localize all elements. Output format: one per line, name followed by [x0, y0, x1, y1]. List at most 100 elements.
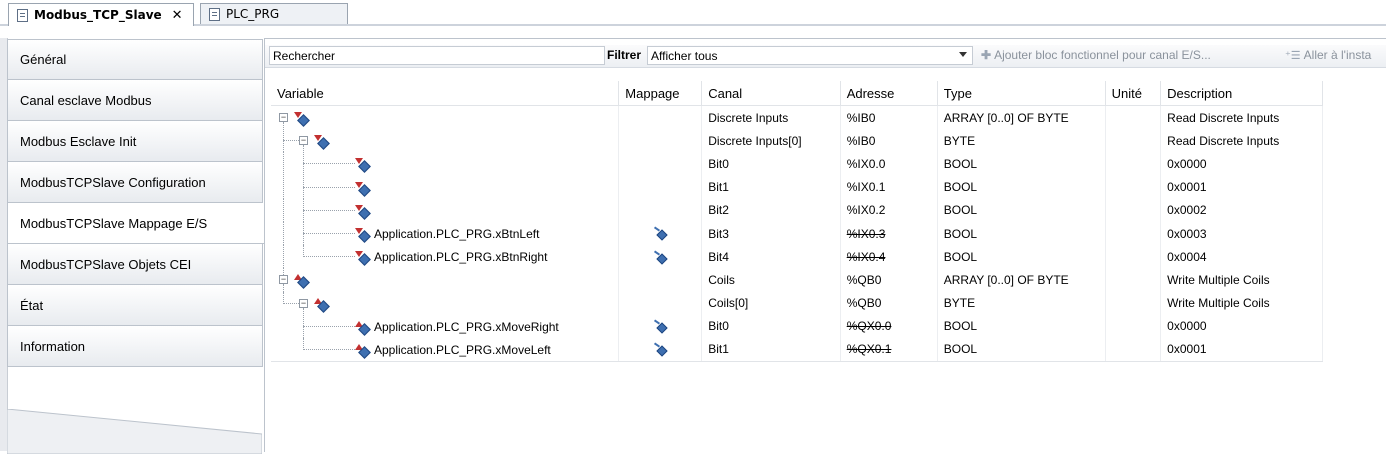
type-cell: BOOL [937, 152, 1106, 176]
column-header-variable[interactable]: Variable [271, 81, 620, 106]
canal-cell: Bit3 [701, 221, 841, 246]
filter-label: Filtrer [607, 48, 642, 62]
variable-cell[interactable]: Application.PLC_PRG.xBtnRight [374, 250, 547, 264]
mapping-icon[interactable] [653, 228, 667, 240]
adresse-cell: %IX0.0 [840, 152, 938, 176]
table-row[interactable]: Bit1 %IX0.1 BOOL 0x0001 [271, 175, 1323, 199]
nav-item-canal-esclave-modbus[interactable]: Canal esclave Modbus [7, 80, 263, 121]
mapping-icon[interactable] [653, 321, 667, 333]
search-input[interactable]: Rechercher [269, 46, 605, 65]
adresse-cell: %QB0 [840, 268, 938, 292]
variable-cell[interactable]: Application.PLC_PRG.xMoveRight [374, 320, 559, 334]
description-cell: 0x0002 [1160, 198, 1323, 222]
canal-cell: Coils [701, 268, 841, 292]
output-channel-icon [355, 320, 371, 336]
column-header-unite[interactable]: Unité [1105, 81, 1162, 106]
table-row[interactable]: − Coils %QB0 ARRAY [0..0] OF BYTE Write … [271, 268, 1323, 292]
canal-cell: Bit1 [701, 337, 841, 363]
table-row[interactable]: Bit2 %IX0.2 BOOL 0x0002 [271, 198, 1323, 222]
table-row[interactable]: Application.PLC_PRG.xBtnRight Bit4 %IX0.… [271, 245, 1323, 269]
table-row[interactable]: Application.PLC_PRG.xBtnLeft Bit3 %IX0.3… [271, 221, 1323, 246]
type-cell: BOOL [937, 314, 1106, 338]
config-sidebar: Général Canal esclave Modbus Modbus Escl… [0, 26, 270, 454]
unite-cell [1105, 337, 1162, 363]
nav-item-mappage-es[interactable]: ModbusTCPSlave Mappage E/S [7, 203, 264, 244]
nav-item-label: Information [20, 338, 86, 354]
table-row[interactable]: Application.PLC_PRG.xMoveLeft Bit1 %QX0.… [271, 337, 1323, 363]
table-row[interactable]: − Discrete Inputs %IB0 ARRAY [0..0] OF B… [271, 105, 1323, 130]
nav-item-modbus-esclave-init[interactable]: Modbus Esclave Init [7, 121, 263, 162]
add-function-block-button[interactable]: ✚ Ajouter bloc fonctionnel pour canal E/S… [981, 48, 1211, 62]
canal-cell: Bit1 [701, 175, 841, 199]
collapse-icon[interactable]: − [279, 113, 288, 123]
adresse-cell: %IX0.1 [840, 175, 938, 199]
table-row[interactable]: − Discrete Inputs[0] %IB0 BYTE Read Disc… [271, 129, 1323, 153]
description-cell: Read Discrete Inputs [1160, 105, 1323, 130]
nav-item-label: Canal esclave Modbus [20, 92, 152, 108]
unite-cell [1105, 129, 1162, 153]
tab-modbus-tcp-slave[interactable]: Modbus_TCP_Slave ✕ [8, 3, 194, 26]
nav-item-general[interactable]: Général [7, 39, 263, 80]
table-row[interactable]: − Coils[0] %QB0 BYTE Write Multiple Coil… [271, 291, 1323, 315]
type-cell: BYTE [937, 291, 1106, 315]
unite-cell [1105, 291, 1162, 315]
nav-item-etat[interactable]: État [7, 285, 263, 326]
canal-cell: Discrete Inputs [701, 105, 841, 130]
collapse-icon[interactable]: − [299, 298, 308, 308]
canal-cell: Discrete Inputs[0] [701, 129, 841, 153]
adresse-cell: %QX0.1 [846, 342, 892, 357]
nav-item-information[interactable]: Information [7, 326, 263, 367]
output-channel-icon [355, 343, 371, 359]
column-header-mappage[interactable]: Mappage [618, 81, 703, 106]
description-cell: Read Discrete Inputs [1160, 129, 1323, 153]
column-header-adresse[interactable]: Adresse [840, 81, 938, 106]
description-cell: 0x0000 [1160, 152, 1323, 176]
variable-cell[interactable]: Application.PLC_PRG.xMoveLeft [374, 343, 551, 357]
mapping-icon[interactable] [653, 344, 667, 356]
column-header-canal[interactable]: Canal [701, 81, 841, 106]
nav-item-label: ModbusTCPSlave Configuration [20, 174, 206, 190]
variable-cell[interactable]: Application.PLC_PRG.xBtnLeft [374, 227, 539, 241]
canal-cell: Bit4 [701, 245, 841, 269]
mapping-icon[interactable] [653, 252, 667, 264]
input-channel-icon [355, 181, 371, 197]
nav-item-label: État [20, 297, 44, 313]
collapse-icon[interactable]: − [279, 275, 288, 285]
goto-instance-button[interactable]: ⁺☰ Aller à l'insta [1285, 48, 1371, 62]
nav-item-label: ModbusTCPSlave Objets CEI [20, 256, 192, 272]
table-row[interactable]: Bit0 %IX0.0 BOOL 0x0000 [271, 152, 1323, 176]
editor-tab-strip: Modbus_TCP_Slave ✕ PLC_PRG [0, 0, 1386, 26]
filter-value: Afficher tous [651, 49, 718, 63]
type-cell: BOOL [937, 175, 1106, 199]
type-cell: BOOL [937, 245, 1106, 269]
tab-label: PLC_PRG [226, 7, 280, 21]
tab-plc-prg[interactable]: PLC_PRG [200, 3, 348, 24]
column-header-type[interactable]: Type [937, 81, 1106, 106]
column-header-description[interactable]: Description [1160, 81, 1323, 106]
table-row[interactable]: Application.PLC_PRG.xMoveRight Bit0 %QX0… [271, 314, 1323, 338]
adresse-cell: %IB0 [840, 105, 938, 130]
unite-cell [1105, 245, 1162, 269]
adresse-cell: %IX0.3 [846, 226, 886, 241]
mapping-toolbar: Rechercher Filtrer Afficher tous ✚ Ajoute… [265, 45, 1386, 68]
adresse-cell: %QB0 [840, 291, 938, 315]
unite-cell [1105, 152, 1162, 176]
add-fb-label: Ajouter bloc fonctionnel pour canal E/S.… [994, 48, 1211, 62]
adresse-cell: %IX0.4 [846, 249, 886, 264]
type-cell: ARRAY [0..0] OF BYTE [937, 105, 1106, 130]
io-mapping-table: Variable Mappage Canal Adresse Type Unit… [271, 81, 1323, 363]
description-cell: 0x0004 [1160, 245, 1323, 269]
type-cell: BOOL [937, 221, 1106, 246]
program-icon [209, 7, 220, 21]
canal-cell: Bit0 [701, 314, 841, 338]
table-header-row: Variable Mappage Canal Adresse Type Unit… [271, 81, 1323, 106]
collapse-icon[interactable]: − [299, 136, 308, 146]
nav-item-objets-cei[interactable]: ModbusTCPSlave Objets CEI [7, 244, 263, 285]
chevron-down-icon[interactable] [959, 52, 967, 57]
unite-cell [1105, 268, 1162, 292]
description-cell: 0x0003 [1160, 221, 1323, 246]
nav-item-configuration[interactable]: ModbusTCPSlave Configuration [7, 162, 263, 203]
filter-dropdown[interactable]: Afficher tous [647, 46, 973, 65]
plus-icon: ✚ [981, 48, 992, 62]
close-icon[interactable]: ✕ [172, 8, 183, 23]
